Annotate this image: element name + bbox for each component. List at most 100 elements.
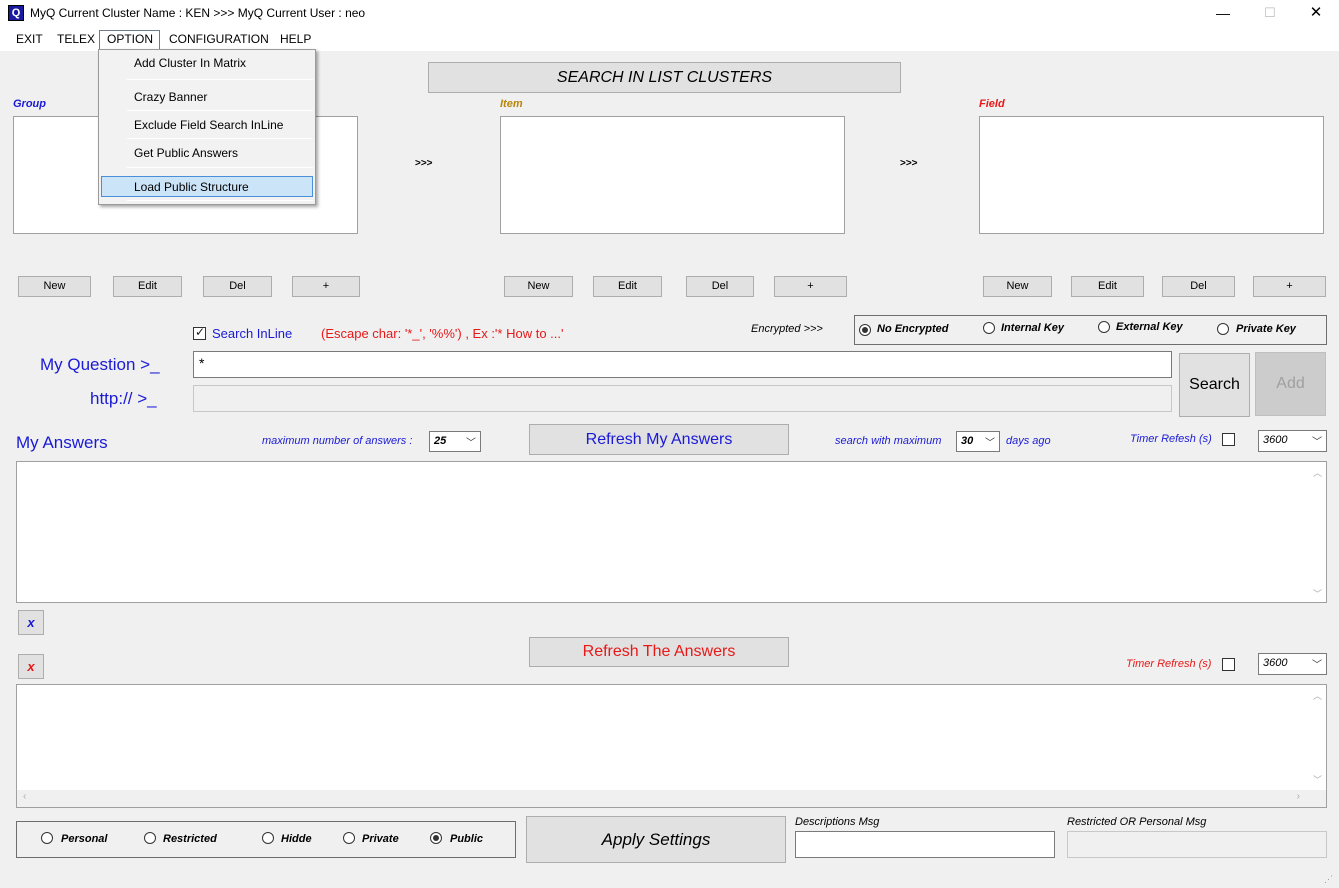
scroll-up-icon[interactable]: ︿ — [1313, 466, 1322, 479]
field-del-button[interactable]: Del — [1162, 276, 1235, 297]
menu-option[interactable]: OPTION — [107, 32, 153, 46]
scroll-up-icon[interactable]: ︿ — [1313, 689, 1322, 702]
dropdown-separator — [127, 200, 313, 201]
radio-private[interactable] — [343, 832, 355, 844]
item-edit-button[interactable]: Edit — [593, 276, 662, 297]
group-new-button[interactable]: New — [18, 276, 91, 297]
item-label: Item — [500, 98, 523, 110]
no-encrypted-label: No Encrypted — [877, 323, 949, 335]
group-plus-button[interactable]: + — [292, 276, 360, 297]
group-edit-button[interactable]: Edit — [113, 276, 182, 297]
radio-internal-key[interactable] — [983, 322, 995, 334]
menu-configuration[interactable]: CONFIGURATION — [169, 32, 269, 46]
clear-my-answers-button[interactable]: x — [18, 610, 44, 635]
external-key-label: External Key — [1116, 321, 1183, 333]
menu-exit[interactable]: EXIT — [16, 32, 43, 46]
menu-help[interactable]: HELP — [280, 32, 311, 46]
url-input[interactable] — [193, 385, 1172, 412]
restricted-msg-input[interactable] — [1067, 831, 1327, 858]
add-button[interactable]: Add — [1255, 352, 1326, 416]
descriptions-input[interactable] — [795, 831, 1055, 858]
chevron-down-icon: ﹀ — [985, 438, 995, 449]
option-dropdown: Add Cluster In Matrix Crazy Banner Exclu… — [98, 49, 316, 205]
horizontal-scrollbar[interactable]: ‹ › — [17, 790, 1326, 807]
answers-timer-checkbox[interactable] — [1222, 658, 1235, 671]
radio-public[interactable] — [430, 832, 442, 844]
my-answers-box[interactable]: ︿ ﹀ — [16, 461, 1327, 603]
days-value: 30 — [961, 435, 974, 447]
field-edit-button[interactable]: Edit — [1071, 276, 1144, 297]
field-new-button[interactable]: New — [983, 276, 1052, 297]
chevron-down-icon: ﹀ — [1312, 437, 1322, 448]
radio-external-key[interactable] — [1098, 321, 1110, 333]
maximize-button[interactable]: ☐ — [1247, 0, 1293, 27]
restricted-label: Restricted — [163, 833, 217, 845]
my-timer-select[interactable]: 3600 ﹀ — [1258, 430, 1327, 452]
search-button[interactable]: Search — [1179, 353, 1250, 417]
field-list[interactable] — [979, 116, 1324, 234]
answers-timer-label: Timer Refresh (s) — [1126, 658, 1212, 670]
my-timer-checkbox[interactable] — [1222, 433, 1235, 446]
my-timer-value: 3600 — [1263, 434, 1288, 446]
my-question-label: My Question >_ — [40, 355, 160, 374]
resize-grip-icon[interactable]: ⋰ — [1324, 874, 1333, 885]
dropdown-separator — [127, 110, 313, 111]
item-to-field-arrow: >>> — [900, 158, 918, 169]
radio-no-encrypted[interactable] — [859, 324, 871, 336]
question-input[interactable]: * — [193, 351, 1172, 378]
max-answers-select[interactable]: 25 ﹀ — [429, 431, 481, 452]
radio-personal[interactable] — [41, 832, 53, 844]
item-new-button[interactable]: New — [504, 276, 573, 297]
scroll-right-icon[interactable]: › — [1297, 791, 1300, 802]
radio-private-key[interactable] — [1217, 323, 1229, 335]
search-inline-label: Search InLine — [212, 326, 293, 341]
refresh-my-answers-button[interactable]: Refresh My Answers — [529, 424, 789, 455]
hidde-label: Hidde — [281, 833, 312, 845]
descriptions-label: Descriptions Msg — [795, 816, 880, 828]
search-inline-checkbox[interactable] — [193, 325, 206, 340]
dropdown-separator — [127, 138, 313, 139]
dropdown-separator — [127, 79, 313, 80]
search-list-clusters-banner[interactable]: SEARCH IN LIST CLUSTERS — [428, 62, 901, 93]
group-to-item-arrow: >>> — [415, 158, 433, 169]
item-del-button[interactable]: Del — [686, 276, 754, 297]
item-plus-button[interactable]: + — [774, 276, 847, 297]
scroll-left-icon[interactable]: ‹ — [23, 791, 26, 802]
dropdown-separator — [127, 167, 313, 168]
window-title: MyQ Current Cluster Name : KEN >>> MyQ C… — [30, 6, 366, 20]
my-timer-label: Timer Refesh (s) — [1130, 433, 1212, 445]
dropdown-add-cluster[interactable]: Add Cluster In Matrix — [134, 56, 246, 70]
max-answers-label: maximum number of answers : — [262, 435, 413, 447]
scroll-down-icon[interactable]: ﹀ — [1313, 773, 1322, 786]
encrypted-label: Encrypted >>> — [751, 323, 823, 335]
answers-box[interactable]: ︿ ﹀ ‹ › — [16, 684, 1327, 808]
group-del-button[interactable]: Del — [203, 276, 272, 297]
refresh-the-answers-button[interactable]: Refresh The Answers — [529, 637, 789, 667]
dropdown-load-public-structure[interactable]: Load Public Structure — [134, 180, 249, 194]
answers-timer-value: 3600 — [1263, 657, 1288, 669]
url-label: http:// >_ — [90, 389, 157, 408]
radio-hidde[interactable] — [262, 832, 274, 844]
close-button[interactable]: ✕ — [1293, 0, 1339, 27]
menu-telex[interactable]: TELEX — [57, 32, 95, 46]
app-icon: Q — [8, 5, 24, 21]
scroll-down-icon[interactable]: ﹀ — [1313, 587, 1322, 600]
minimize-button[interactable]: — — [1200, 0, 1246, 27]
group-label: Group — [13, 98, 46, 110]
radio-restricted[interactable] — [144, 832, 156, 844]
apply-settings-button[interactable]: Apply Settings — [526, 816, 786, 863]
answers-timer-select[interactable]: 3600 ﹀ — [1258, 653, 1327, 675]
dropdown-crazy-banner[interactable]: Crazy Banner — [134, 90, 207, 104]
item-list[interactable] — [500, 116, 845, 234]
field-plus-button[interactable]: + — [1253, 276, 1326, 297]
dropdown-get-public-answers[interactable]: Get Public Answers — [134, 146, 238, 160]
days-select[interactable]: 30 ﹀ — [956, 431, 1000, 452]
internal-key-label: Internal Key — [1001, 322, 1064, 334]
clear-answers-button[interactable]: x — [18, 654, 44, 679]
personal-label: Personal — [61, 833, 108, 845]
restricted-msg-label: Restricted OR Personal Msg — [1067, 816, 1207, 828]
escape-hint: (Escape char: '*_', '%%') , Ex :'* How t… — [321, 326, 564, 341]
field-label: Field — [979, 98, 1005, 110]
dropdown-exclude-field[interactable]: Exclude Field Search InLine — [134, 118, 283, 132]
private-label: Private — [362, 833, 399, 845]
